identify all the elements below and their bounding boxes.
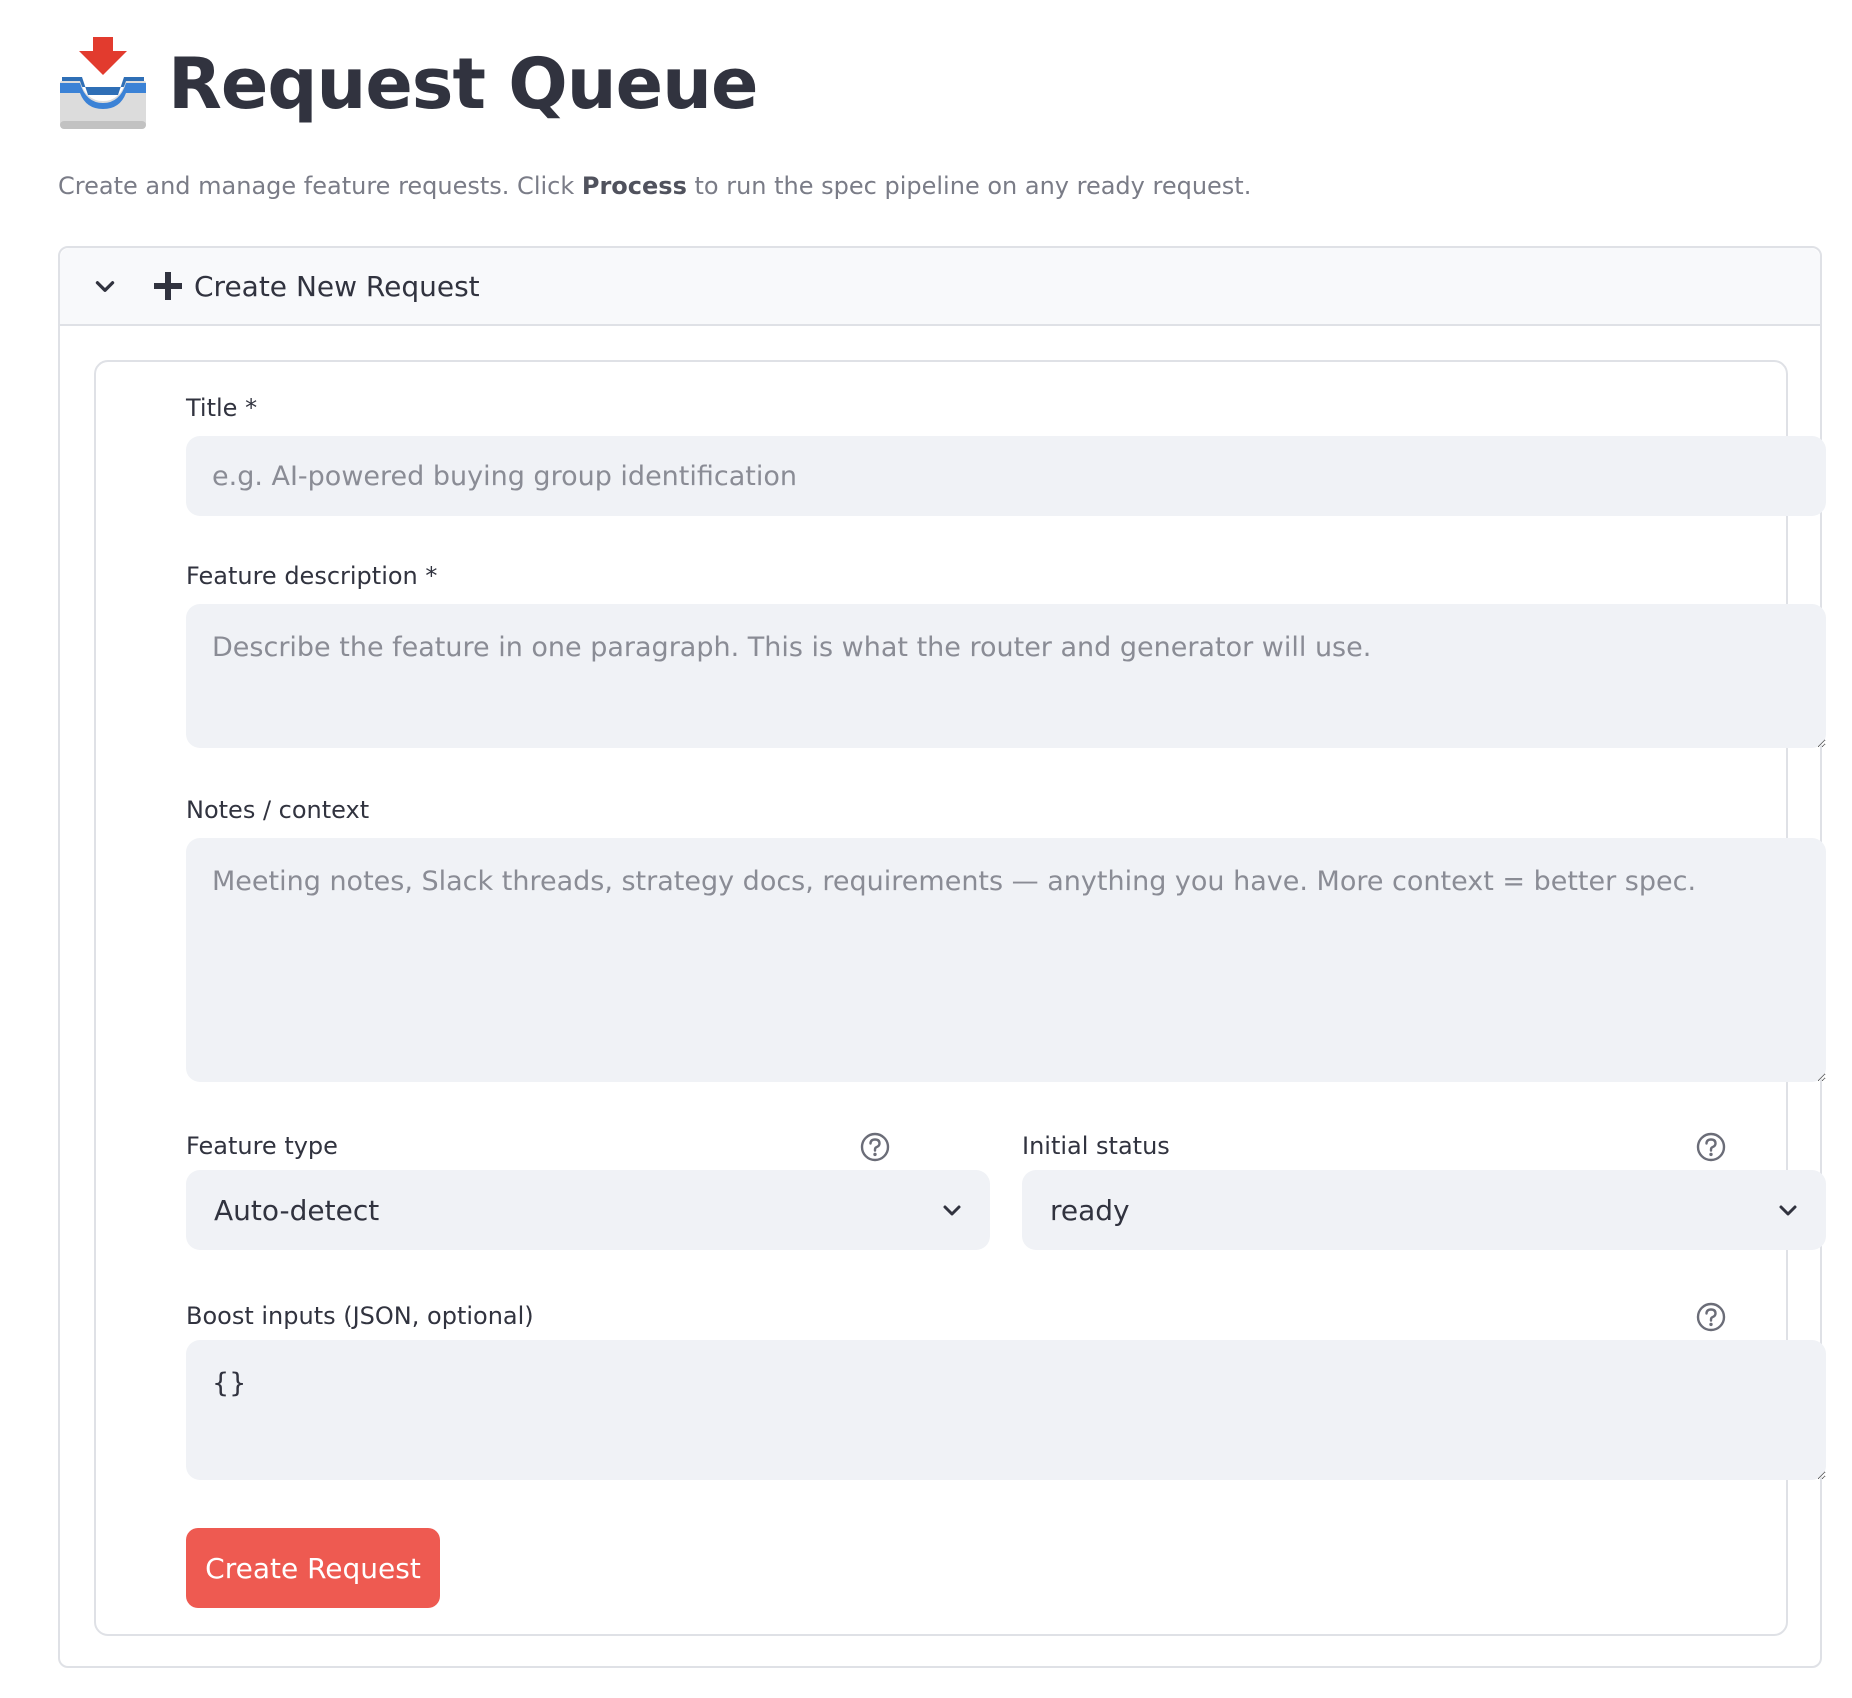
page-title: Request Queue <box>168 43 758 125</box>
description-textarea[interactable] <box>186 604 1826 748</box>
inbox-tray-icon <box>60 37 146 129</box>
feature-type-label: Feature type <box>186 1132 338 1160</box>
create-request-form: Title * Feature description * Notes / co… <box>94 360 1826 1636</box>
feature-type-help-icon[interactable] <box>860 1132 890 1162</box>
initial-status-label: Initial status <box>1022 1132 1170 1160</box>
chevron-down-icon <box>95 281 115 292</box>
create-request-button[interactable]: Create Request <box>186 1528 440 1608</box>
initial-status-help-icon[interactable] <box>1696 1132 1726 1162</box>
create-request-expander: Create New Request Title * Feature descr… <box>58 246 1826 1668</box>
subtitle-text-before: Create and manage feature requests. Clic… <box>58 172 582 200</box>
title-input[interactable] <box>186 436 1826 516</box>
page-subtitle: Create and manage feature requests. Clic… <box>58 172 1251 200</box>
initial-status-select[interactable]: ready <box>1022 1170 1826 1250</box>
chevron-down-icon <box>943 1205 961 1216</box>
plus-icon <box>154 272 182 300</box>
notes-label: Notes / context <box>186 796 370 824</box>
notes-textarea[interactable] <box>186 838 1826 1082</box>
description-label: Feature description * <box>186 562 438 590</box>
page: Request Queue Create and manage feature … <box>0 0 1852 1698</box>
title-label: Title * <box>186 394 258 422</box>
subtitle-text-after: to run the spec pipeline on any ready re… <box>686 172 1252 200</box>
chevron-down-icon <box>1779 1205 1797 1216</box>
page-header: Request Queue <box>58 34 758 134</box>
expander-label: Create New Request <box>194 269 480 303</box>
feature-type-select[interactable]: Auto-detect <box>186 1170 990 1250</box>
feature-type-value: Auto-detect <box>214 1193 380 1227</box>
boost-inputs-textarea[interactable] <box>186 1340 1826 1480</box>
boost-inputs-help-icon[interactable] <box>1696 1302 1726 1332</box>
initial-status-value: ready <box>1050 1193 1130 1227</box>
subtitle-bold-process: Process <box>581 172 687 200</box>
boost-inputs-label: Boost inputs (JSON, optional) <box>186 1302 534 1330</box>
expander-toggle[interactable]: Create New Request <box>60 248 1820 326</box>
